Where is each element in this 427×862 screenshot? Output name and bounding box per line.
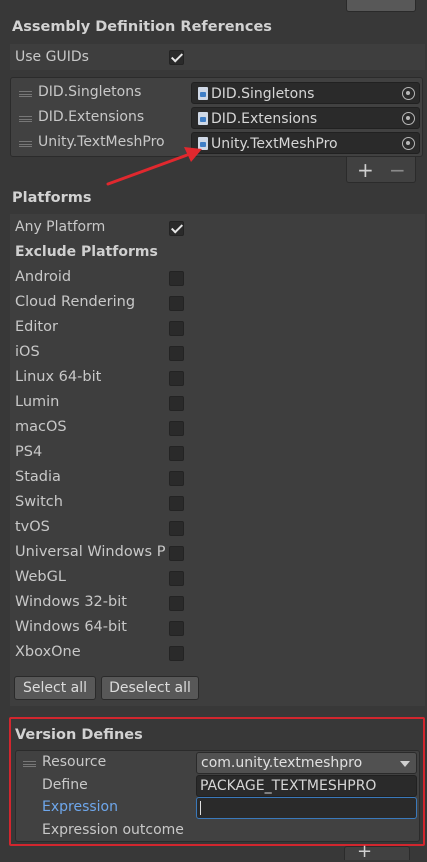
version-defines-footer: + bbox=[344, 841, 410, 862]
add-version-define-button[interactable]: + bbox=[357, 841, 372, 862]
reference-field[interactable]: DID.Extensions bbox=[191, 107, 420, 129]
deselect-all-button[interactable]: Deselect all bbox=[101, 676, 199, 700]
reference-value: Unity.TextMeshPro bbox=[211, 136, 338, 152]
platform-label: Stadia bbox=[15, 469, 61, 485]
reference-value: DID.Extensions bbox=[211, 111, 318, 127]
platform-label: Windows 32-bit bbox=[15, 594, 127, 610]
platform-label: Universal Windows P bbox=[15, 544, 165, 560]
platform-checkbox[interactable] bbox=[169, 371, 184, 386]
drag-handle-icon[interactable] bbox=[19, 141, 32, 147]
platform-checkbox[interactable] bbox=[169, 271, 184, 286]
object-picker-icon[interactable] bbox=[402, 87, 415, 100]
version-defines-list: Resource com.unity.textmeshpro Define PA… bbox=[15, 750, 420, 842]
expression-label: Expression bbox=[42, 799, 118, 815]
platforms-panel: Any Platform Exclude Platforms Android Cl… bbox=[10, 214, 425, 706]
platform-label: XboxOne bbox=[15, 644, 81, 660]
asmdef-icon bbox=[198, 112, 208, 125]
platform-checkbox[interactable] bbox=[169, 471, 184, 486]
reference-value: DID.Singletons bbox=[211, 86, 315, 102]
platform-checkbox[interactable] bbox=[169, 296, 184, 311]
use-guids-row: Use GUIDs bbox=[10, 44, 425, 70]
annotation-arrow bbox=[106, 147, 202, 186]
expression-outcome-label: Expression outcome bbox=[42, 822, 184, 838]
platform-label: Editor bbox=[15, 319, 58, 335]
define-label: Define bbox=[42, 777, 88, 793]
assembly-references-header: Assembly Definition References bbox=[12, 19, 272, 35]
platform-label: Windows 64-bit bbox=[15, 619, 127, 635]
platform-label: Switch bbox=[15, 494, 63, 510]
drag-handle-icon[interactable] bbox=[19, 91, 32, 97]
object-picker-icon[interactable] bbox=[402, 137, 415, 150]
any-platform-label: Any Platform bbox=[15, 219, 106, 235]
use-guids-label: Use GUIDs bbox=[15, 49, 89, 65]
platform-label: macOS bbox=[15, 419, 67, 435]
platform-checkbox[interactable] bbox=[169, 621, 184, 636]
chevron-down-icon bbox=[400, 761, 410, 767]
platform-label: tvOS bbox=[15, 519, 50, 535]
platform-checkbox[interactable] bbox=[169, 396, 184, 411]
platform-label: Cloud Rendering bbox=[15, 294, 136, 310]
platform-checkbox[interactable] bbox=[169, 346, 184, 361]
assembly-references-list: DID.Singletons DID.Singletons DID.Extens… bbox=[10, 77, 423, 157]
top-add-button[interactable] bbox=[346, 0, 416, 12]
platform-checkbox[interactable] bbox=[169, 421, 184, 436]
reference-label: DID.Singletons bbox=[38, 84, 142, 100]
platform-label: WebGL bbox=[15, 569, 66, 585]
define-field[interactable]: PACKAGE_TEXTMESHPRO bbox=[196, 775, 417, 797]
platform-checkbox[interactable] bbox=[169, 571, 184, 586]
version-defines-header: Version Defines bbox=[15, 727, 143, 743]
add-reference-button[interactable]: + bbox=[357, 158, 374, 182]
platform-label: Linux 64-bit bbox=[15, 369, 102, 385]
drag-handle-icon[interactable] bbox=[19, 116, 32, 122]
asmdef-icon bbox=[198, 87, 208, 100]
object-picker-icon[interactable] bbox=[402, 112, 415, 125]
resource-label: Resource bbox=[42, 754, 107, 770]
resource-dropdown[interactable]: com.unity.textmeshpro bbox=[196, 752, 417, 774]
platform-label: iOS bbox=[15, 344, 40, 360]
platform-checkbox[interactable] bbox=[169, 546, 184, 561]
platform-checkbox[interactable] bbox=[169, 646, 184, 661]
reference-label: DID.Extensions bbox=[38, 109, 145, 125]
platform-label: PS4 bbox=[15, 444, 43, 460]
platforms-header: Platforms bbox=[12, 190, 92, 206]
platform-label: Lumin bbox=[15, 394, 60, 410]
define-value: PACKAGE_TEXTMESHPRO bbox=[200, 778, 377, 794]
list-footer: + − bbox=[346, 157, 416, 183]
select-all-button[interactable]: Select all bbox=[14, 676, 96, 700]
platform-checkbox[interactable] bbox=[169, 521, 184, 536]
drag-handle-icon[interactable] bbox=[23, 761, 36, 767]
text-cursor bbox=[200, 801, 201, 815]
exclude-platforms-header: Exclude Platforms bbox=[15, 244, 158, 260]
platform-checkbox[interactable] bbox=[169, 596, 184, 611]
use-guids-checkbox[interactable] bbox=[169, 50, 184, 65]
platform-checkbox[interactable] bbox=[169, 496, 184, 511]
reference-field[interactable]: Unity.TextMeshPro bbox=[191, 132, 420, 154]
platform-checkbox[interactable] bbox=[169, 446, 184, 461]
reference-field[interactable]: DID.Singletons bbox=[191, 82, 420, 104]
expression-input[interactable] bbox=[196, 797, 417, 819]
any-platform-checkbox[interactable] bbox=[169, 221, 184, 236]
remove-reference-button[interactable]: − bbox=[389, 158, 406, 182]
platform-checkbox[interactable] bbox=[169, 321, 184, 336]
platform-label: Android bbox=[15, 269, 72, 285]
resource-value: com.unity.textmeshpro bbox=[201, 755, 363, 771]
